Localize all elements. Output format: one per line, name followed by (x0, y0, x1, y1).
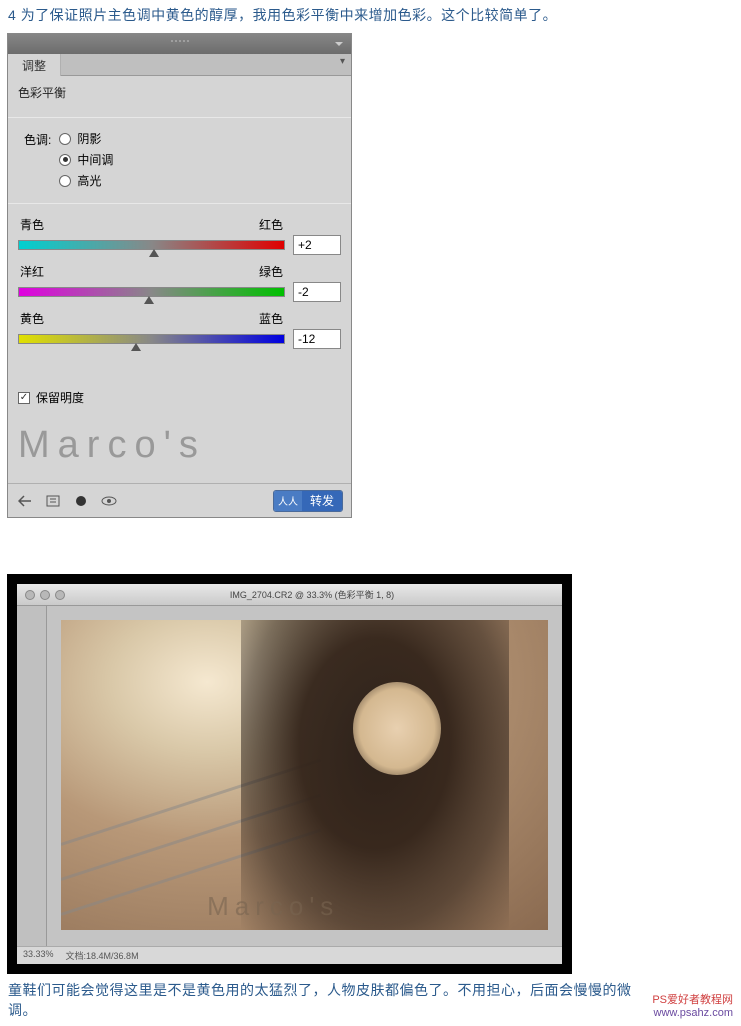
divider (8, 117, 351, 118)
close-icon[interactable] (25, 590, 35, 600)
checkbox-label: 保留明度 (36, 389, 84, 406)
divider (8, 203, 351, 204)
radio-label: 阴影 (77, 130, 101, 147)
checkbox-icon: ✓ (18, 392, 30, 404)
share-label: 转发 (302, 491, 342, 511)
zoom-level[interactable]: 33.33% (23, 949, 54, 962)
slider-yellow-blue: 黄色 蓝色 (18, 310, 341, 349)
adjustments-panel: 调整 色彩平衡 色调: 阴影 中间调 高光 (7, 33, 352, 518)
tab-adjustments[interactable]: 调整 (8, 54, 61, 76)
slider-track[interactable] (18, 287, 285, 297)
slider-track[interactable] (18, 240, 285, 250)
window-titlebar[interactable]: IMG_2704.CR2 @ 33.3% (色彩平衡 1, 8) (17, 584, 562, 606)
radio-shadows[interactable]: 阴影 (59, 130, 113, 147)
slider-left-label: 青色 (20, 216, 44, 233)
preserve-luminosity-checkbox[interactable]: ✓ 保留明度 (18, 389, 341, 406)
canvas-area[interactable]: Marco's (47, 606, 562, 946)
slider-thumb-icon[interactable] (149, 249, 159, 257)
photo-watermark: Marco's (207, 891, 339, 922)
radio-icon (59, 175, 71, 187)
intro-text: 4 为了保证照片主色调中黄色的醇厚，我用色彩平衡中来增加色彩。这个比较简单了。 (0, 0, 741, 30)
slider-value-input[interactable] (293, 282, 341, 302)
watermark-text: Marco's (18, 424, 341, 467)
slider-track[interactable] (18, 334, 285, 344)
panel-titlebar[interactable] (8, 34, 351, 54)
panel-footer: 人人 转发 (8, 483, 351, 517)
intro-body: 为了保证照片主色调中黄色的醇厚，我用色彩平衡中来增加色彩。这个比较简单了。 (21, 7, 558, 23)
brand-url: www.psahz.com (652, 1007, 733, 1020)
expand-icon[interactable] (44, 493, 62, 509)
site-watermark: PS爱好者教程网 www.psahz.com (652, 994, 733, 1020)
tab-bar: 调整 (8, 54, 351, 76)
radio-icon (59, 154, 71, 166)
slider-value-input[interactable] (293, 235, 341, 255)
slider-thumb-icon[interactable] (144, 296, 154, 304)
radio-icon (59, 133, 71, 145)
window-title: IMG_2704.CR2 @ 33.3% (色彩平衡 1, 8) (70, 588, 554, 601)
step-number: 4 (8, 7, 16, 23)
slider-right-label: 红色 (259, 216, 283, 233)
clip-icon[interactable] (72, 493, 90, 509)
tone-label: 色调: (24, 130, 51, 148)
zoom-icon[interactable] (55, 590, 65, 600)
adjustment-title: 色彩平衡 (18, 84, 341, 101)
ruler-vertical (17, 606, 47, 946)
photo-preview: Marco's (61, 620, 548, 930)
doc-info: 文档:18.4M/36.8M (66, 949, 139, 962)
slider-left-label: 黄色 (20, 310, 44, 327)
slider-cyan-red: 青色 红色 (18, 216, 341, 255)
back-icon[interactable] (16, 493, 34, 509)
slider-right-label: 蓝色 (259, 310, 283, 327)
slider-right-label: 绿色 (259, 263, 283, 280)
tone-selector: 色调: 阴影 中间调 高光 (18, 130, 341, 189)
document-window: IMG_2704.CR2 @ 33.3% (色彩平衡 1, 8) Marco's… (7, 574, 572, 974)
visibility-icon[interactable] (100, 493, 118, 509)
radio-highlights[interactable]: 高光 (59, 172, 113, 189)
slider-thumb-icon[interactable] (131, 343, 141, 351)
slider-left-label: 洋红 (20, 263, 44, 280)
slider-magenta-green: 洋红 绿色 (18, 263, 341, 302)
radio-label: 中间调 (77, 151, 113, 168)
status-bar: 33.33% 文档:18.4M/36.8M (17, 946, 562, 964)
radio-label: 高光 (77, 172, 101, 189)
outro-text: 童鞋们可能会觉得这里是不是黄色用的太猛烈了，人物皮肤都偏色了。不用担心，后面会慢… (8, 980, 652, 1020)
slider-value-input[interactable] (293, 329, 341, 349)
panel-menu-icon[interactable] (61, 54, 351, 76)
minimize-icon[interactable] (40, 590, 50, 600)
renren-icon: 人人 (274, 491, 302, 511)
share-button[interactable]: 人人 转发 (273, 490, 343, 512)
radio-midtones[interactable]: 中间调 (59, 151, 113, 168)
